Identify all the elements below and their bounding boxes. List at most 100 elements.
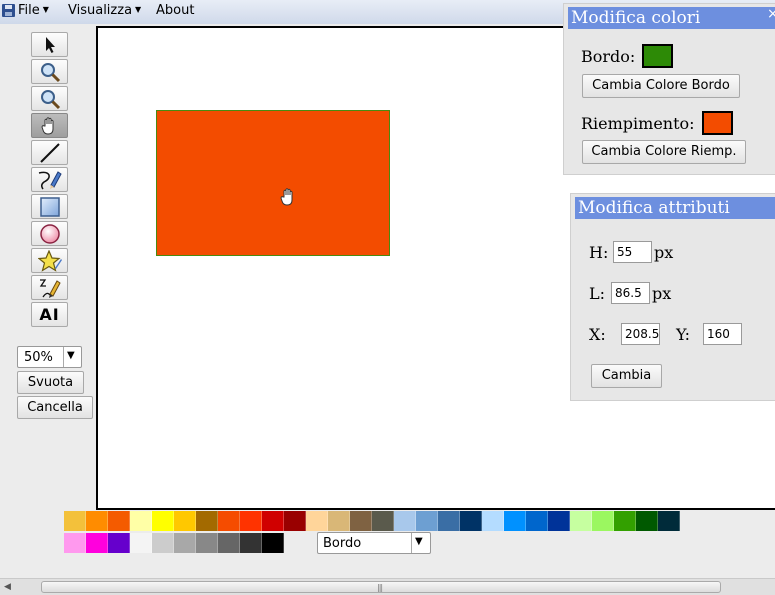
- floppy-disk-icon: [2, 4, 15, 17]
- zoom-select-value: 50%: [24, 350, 53, 365]
- menu-about[interactable]: About: [156, 3, 194, 18]
- menu-file-label: File: [18, 3, 40, 18]
- palette-swatch[interactable]: [86, 511, 108, 531]
- palette-swatch[interactable]: [240, 511, 262, 531]
- svuota-button[interactable]: Svuota: [17, 371, 84, 394]
- color-palette-row-1: [64, 511, 680, 531]
- height-input[interactable]: 55: [613, 241, 652, 263]
- attributes-panel: Modifica attributi H: 55 px L: 86.5 px X…: [570, 193, 775, 401]
- palette-swatch[interactable]: [130, 533, 152, 553]
- palette-swatch[interactable]: [218, 511, 240, 531]
- l-unit-label: px: [652, 284, 672, 303]
- palette-swatch[interactable]: [86, 533, 108, 553]
- circle-icon: [39, 223, 60, 244]
- freehand-tool-button[interactable]: [31, 167, 68, 192]
- palette-swatch[interactable]: [152, 511, 174, 531]
- pointer-arrow-icon: [45, 36, 55, 53]
- zoom-out-tool-button[interactable]: [31, 86, 68, 111]
- palette-swatch[interactable]: [108, 511, 130, 531]
- palette-swatch[interactable]: [394, 511, 416, 531]
- palette-swatch[interactable]: [130, 511, 152, 531]
- text-icon: AI: [39, 305, 60, 324]
- palette-swatch[interactable]: [592, 511, 614, 531]
- l-label: L:: [589, 284, 606, 303]
- magnifier-icon: [40, 89, 60, 109]
- palette-swatch[interactable]: [152, 533, 174, 553]
- change-fill-color-button[interactable]: Cambia Colore Riemp.: [582, 140, 746, 164]
- dropdown-arrow-icon: ▼: [42, 5, 49, 14]
- x-label: X:: [589, 325, 606, 344]
- close-icon[interactable]: ×: [767, 6, 775, 22]
- select-separator: [411, 533, 412, 553]
- menu-visualizza-label: Visualizza: [68, 3, 133, 18]
- color-palette-row-2: [64, 533, 284, 553]
- y-label: Y:: [676, 325, 690, 344]
- palette-swatch[interactable]: [240, 533, 262, 553]
- palette-swatch[interactable]: [108, 533, 130, 553]
- palette-swatch[interactable]: [174, 511, 196, 531]
- ellipse-tool-button[interactable]: [31, 221, 68, 246]
- path-tool-button[interactable]: [31, 275, 68, 300]
- y-input[interactable]: 160: [703, 323, 742, 345]
- palette-swatch[interactable]: [570, 511, 592, 531]
- menu-about-label: About: [156, 3, 195, 18]
- palette-swatch[interactable]: [174, 533, 196, 553]
- line-icon: [39, 142, 60, 163]
- palette-swatch[interactable]: [504, 511, 526, 531]
- rectangle-shape[interactable]: [156, 110, 390, 256]
- palette-swatch[interactable]: [306, 511, 328, 531]
- palette-swatch[interactable]: [548, 511, 570, 531]
- palette-swatch[interactable]: [328, 511, 350, 531]
- select-separator: [63, 347, 64, 367]
- select-tool-button[interactable]: [31, 32, 68, 57]
- zoom-select[interactable]: 50% ▼: [17, 346, 82, 368]
- palette-swatch[interactable]: [218, 533, 240, 553]
- palette-swatch[interactable]: [526, 511, 548, 531]
- length-input[interactable]: 86.5: [611, 282, 650, 304]
- magnifier-icon: [40, 62, 60, 82]
- scrollbar-thumb[interactable]: |||: [41, 581, 721, 593]
- palette-swatch[interactable]: [262, 511, 284, 531]
- palette-swatch[interactable]: [284, 511, 306, 531]
- bordo-label: Bordo:: [581, 47, 636, 66]
- palette-swatch[interactable]: [614, 511, 636, 531]
- scroll-left-arrow-icon[interactable]: ◀: [1, 580, 14, 594]
- color-panel-title: Modifica colori: [568, 7, 775, 29]
- palette-swatch[interactable]: [196, 511, 218, 531]
- palette-swatch[interactable]: [196, 533, 218, 553]
- color-panel: Modifica colori × Bordo: Cambia Colore B…: [563, 3, 775, 175]
- grip-icon: |||: [377, 583, 383, 592]
- palette-swatch[interactable]: [64, 511, 86, 531]
- palette-target-select[interactable]: Bordo ▼: [317, 532, 431, 554]
- palette-swatch[interactable]: [350, 511, 372, 531]
- chevron-down-icon: ▼: [67, 350, 75, 361]
- palette-swatch[interactable]: [636, 511, 658, 531]
- chevron-down-icon: ▼: [415, 536, 423, 547]
- apply-attributes-button[interactable]: Cambia: [591, 364, 662, 388]
- line-tool-button[interactable]: [31, 140, 68, 165]
- x-input[interactable]: 208.5: [621, 323, 660, 345]
- palette-swatch[interactable]: [658, 511, 680, 531]
- attributes-panel-title: Modifica attributi: [575, 197, 775, 219]
- change-border-color-button[interactable]: Cambia Colore Bordo: [582, 74, 740, 98]
- pan-tool-button[interactable]: [31, 113, 68, 138]
- palette-swatch[interactable]: [482, 511, 504, 531]
- palette-swatch[interactable]: [438, 511, 460, 531]
- rectangle-icon: [39, 196, 60, 217]
- menu-visualizza[interactable]: Visualizza ▼: [68, 3, 141, 18]
- text-tool-button[interactable]: AI: [31, 302, 68, 327]
- h-label: H:: [589, 243, 609, 262]
- zoom-in-tool-button[interactable]: [31, 59, 68, 84]
- palette-swatch[interactable]: [64, 533, 86, 553]
- cancella-button[interactable]: Cancella: [17, 396, 93, 419]
- menu-file[interactable]: File ▼: [18, 3, 49, 18]
- palette-swatch[interactable]: [416, 511, 438, 531]
- palette-swatch[interactable]: [262, 533, 284, 553]
- h-unit-label: px: [654, 243, 674, 262]
- star-tool-button[interactable]: [31, 248, 68, 273]
- star-icon: [37, 249, 62, 272]
- palette-swatch[interactable]: [460, 511, 482, 531]
- horizontal-scrollbar[interactable]: ◀ |||: [0, 578, 775, 595]
- palette-swatch[interactable]: [372, 511, 394, 531]
- rectangle-tool-button[interactable]: [31, 194, 68, 219]
